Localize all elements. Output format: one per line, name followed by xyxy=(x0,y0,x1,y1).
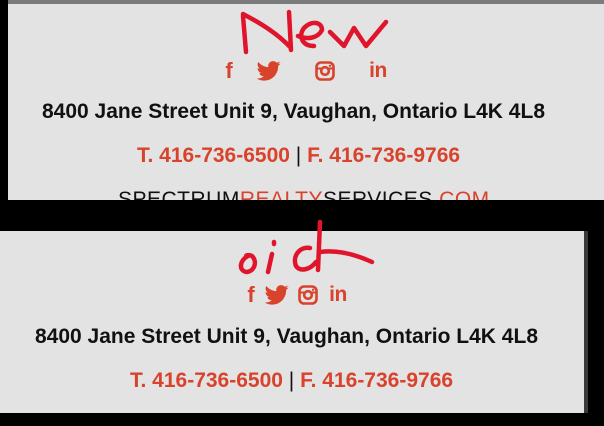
handwritten-old-label xyxy=(238,219,375,275)
handwritten-new-label xyxy=(240,9,389,55)
handwritten-annotations xyxy=(238,9,389,275)
